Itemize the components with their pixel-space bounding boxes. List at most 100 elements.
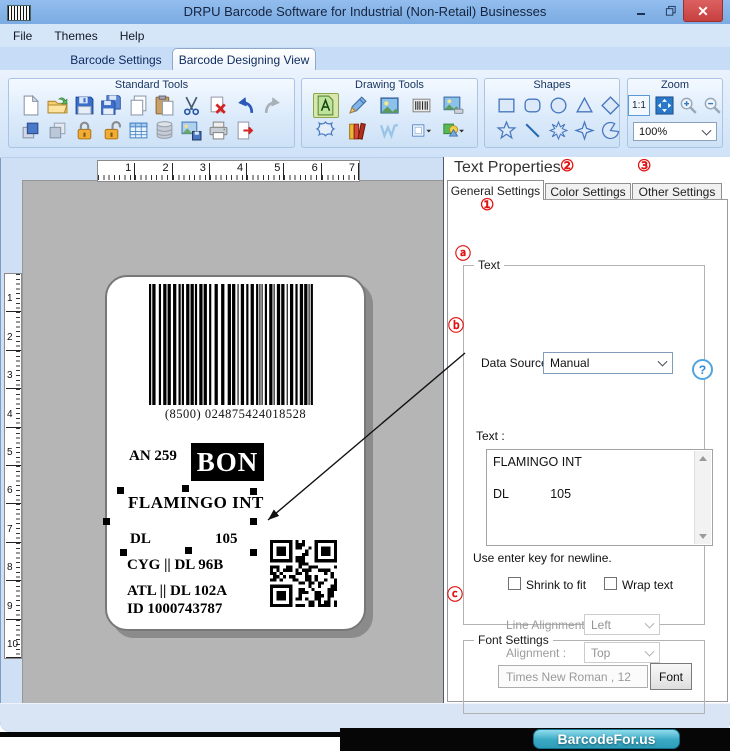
close-button[interactable] (683, 0, 723, 22)
shape-star-button[interactable] (493, 118, 519, 143)
selection-handle[interactable] (250, 518, 257, 525)
menu-themes[interactable]: Themes (54, 29, 97, 43)
label-text-id[interactable]: ID 1000743787 (127, 601, 222, 618)
selection-handle[interactable] (117, 487, 124, 494)
selection-handle[interactable] (185, 547, 192, 554)
zoom-out-icon[interactable] (703, 96, 722, 115)
restore-button[interactable] (658, 0, 684, 21)
shape-rectangle-button[interactable] (493, 93, 519, 118)
picture-button[interactable] (376, 93, 402, 118)
qr-code-image[interactable] (270, 540, 337, 607)
selection-handle[interactable] (250, 488, 257, 495)
shape-rectangle-icon (496, 95, 517, 116)
menu-help[interactable]: Help (120, 29, 145, 43)
data-source-select[interactable]: Manual (543, 352, 673, 374)
scroll-up-icon[interactable] (699, 456, 707, 461)
close-icon (697, 5, 709, 17)
selection-handle[interactable] (182, 485, 189, 492)
tab-barcode-settings[interactable]: Barcode Settings (58, 50, 174, 70)
font-settings-label: Font Settings (474, 633, 553, 647)
shape-ellipse-button[interactable] (545, 93, 571, 118)
barcode-label-design[interactable]: (8500) 024875424018528 AN 259 BON FLAMIN… (105, 275, 366, 631)
database-button[interactable] (152, 118, 178, 143)
lock-button[interactable] (71, 118, 97, 143)
shape-line-button[interactable] (519, 118, 545, 143)
label-text-cyg[interactable]: CYG || DL 96B (127, 557, 223, 574)
main-tab-strip: Barcode Settings Barcode Designing View (0, 47, 730, 71)
drawing-tools-group: Drawing Tools (301, 78, 478, 148)
frame-dropdown-button[interactable] (408, 118, 434, 143)
undo-icon (235, 95, 256, 116)
label-text-dl-number[interactable]: 105 (215, 531, 238, 548)
menu-file[interactable]: File (13, 29, 32, 43)
delete-button[interactable] (206, 93, 232, 118)
panel-tab-other-settings[interactable]: Other Settings (632, 183, 722, 200)
zoom-in-icon[interactable] (679, 96, 698, 115)
send-to-back-icon (47, 120, 68, 141)
watermark-tool-button[interactable] (376, 118, 402, 143)
text-tool-button[interactable] (312, 93, 339, 118)
textarea-scrollbar[interactable] (694, 451, 711, 544)
shape-diamond-button[interactable] (597, 93, 623, 118)
ruler-mark-6: 6 (5, 466, 21, 505)
selection-handle[interactable] (250, 549, 257, 556)
wrap-text-checkbox[interactable] (604, 577, 617, 590)
shape-pacman-button[interactable] (597, 118, 623, 143)
table-button[interactable] (125, 118, 151, 143)
library-button[interactable] (345, 118, 371, 143)
save-button[interactable] (71, 93, 97, 118)
label-text-dl[interactable]: DL (130, 531, 151, 548)
copy-button[interactable] (125, 93, 151, 118)
label-text-atl[interactable]: ATL || DL 102A (127, 583, 227, 600)
zoom-level-select[interactable]: 100% (633, 122, 717, 141)
label-badge-bon[interactable]: BON (191, 443, 264, 481)
shape-rounded-rectangle-icon (522, 95, 543, 116)
shape-pacman-icon (600, 120, 621, 141)
selection-handle[interactable] (103, 518, 110, 525)
barcode-tool-button[interactable] (408, 93, 434, 118)
pencil-button[interactable] (345, 93, 371, 118)
shape-rounded-rectangle-button[interactable] (519, 93, 545, 118)
shape-star4-button[interactable] (571, 118, 597, 143)
window-title: DRPU Barcode Software for Industrial (No… (183, 4, 547, 19)
undo-button[interactable] (233, 93, 259, 118)
unlock-button[interactable] (98, 118, 124, 143)
bring-to-front-button[interactable] (17, 118, 43, 143)
font-button[interactable]: Font (650, 663, 692, 690)
cut-button[interactable] (179, 93, 205, 118)
shrink-to-fit-checkbox[interactable] (508, 577, 521, 590)
export-image-button[interactable] (179, 118, 205, 143)
shape-tool-button[interactable] (313, 118, 339, 143)
barcode-image[interactable] (149, 284, 314, 405)
scroll-down-icon[interactable] (699, 534, 707, 539)
label-text-company[interactable]: FLAMINGO INT (128, 493, 264, 513)
label-text-an259[interactable]: AN 259 (129, 448, 177, 465)
text-label: Text : (476, 429, 505, 443)
chevron-down-icon (701, 125, 712, 136)
help-icon[interactable]: ? (692, 359, 713, 380)
print-button[interactable] (206, 118, 232, 143)
selection-handle[interactable] (120, 549, 127, 556)
shapes-dropdown-button[interactable] (440, 118, 466, 143)
save-as-button[interactable] (98, 93, 124, 118)
zoom-fit-icon[interactable] (655, 96, 674, 115)
shape-burst-button[interactable] (545, 118, 571, 143)
unlock-icon (101, 120, 122, 141)
new-document-button[interactable] (17, 93, 43, 118)
panel-tab-color-settings[interactable]: Color Settings (545, 183, 631, 200)
database-icon (154, 120, 175, 141)
paste-button[interactable] (152, 93, 178, 118)
zoom-actual-size-button[interactable]: 1:1 (628, 95, 650, 116)
tab-barcode-designing-view[interactable]: Barcode Designing View (172, 48, 316, 71)
panel-tab-general-settings[interactable]: General Settings (447, 180, 544, 200)
ruler-mark-2: 2 (5, 312, 21, 352)
redo-button[interactable] (260, 93, 286, 118)
image-export-button[interactable] (440, 93, 466, 118)
open-file-button[interactable] (44, 93, 70, 118)
minimize-button[interactable] (628, 0, 654, 21)
text-input-area[interactable]: FLAMINGO INT DL 105 (486, 449, 713, 546)
general-settings-page: Text Data Source : Manual ? Text : FLAMI… (447, 199, 728, 714)
send-to-back-button[interactable] (44, 118, 70, 143)
exit-button[interactable] (233, 118, 259, 143)
shape-triangle-button[interactable] (571, 93, 597, 118)
